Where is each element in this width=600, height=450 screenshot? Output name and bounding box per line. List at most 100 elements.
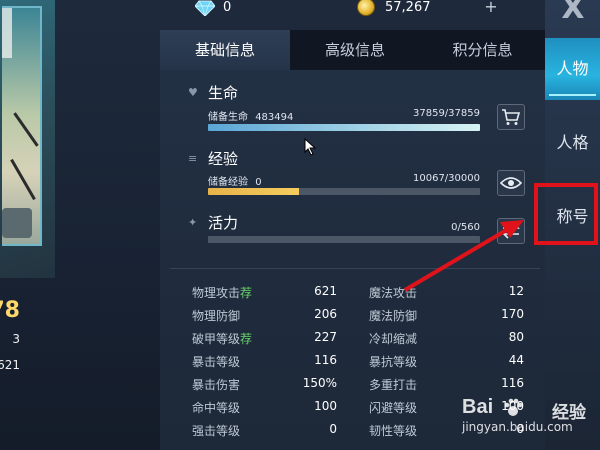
stat-value: 80 xyxy=(508,330,524,344)
stat-value: 621 xyxy=(314,284,337,298)
portrait-detail xyxy=(2,208,32,238)
tab-basic-info[interactable]: 基础信息 xyxy=(160,30,290,70)
currency-bar: 0 57,267 + xyxy=(160,0,540,24)
exp-reserve: 储备经验 0 xyxy=(208,173,262,188)
stat-row: 魔法攻击 12 xyxy=(369,284,524,304)
stat-value: 100 xyxy=(314,399,337,413)
stat-row: 冷却缩减 80 xyxy=(369,330,524,350)
close-icon[interactable]: X xyxy=(555,0,591,24)
life-reserve-value: 483494 xyxy=(255,112,294,123)
heart-icon: ♥ xyxy=(188,86,198,99)
exp-icon: ≡ xyxy=(188,152,198,165)
stat-label-text: 冷却缩减 xyxy=(369,332,418,346)
stat-label-text: 物理攻击 xyxy=(192,286,241,300)
stat-row: 多重打击 116 xyxy=(369,376,524,396)
stat-row: 暴击伤害 150% xyxy=(192,376,342,396)
shop-button[interactable] xyxy=(497,104,525,130)
stat-label-text: 物理防御 xyxy=(192,309,241,323)
stat-value: 0 xyxy=(329,422,337,436)
stat-row: 魔法防御 170 xyxy=(369,307,524,327)
tab-advanced-info[interactable]: 高级信息 xyxy=(290,30,420,70)
stat-label: 物理攻击荐 xyxy=(192,284,252,301)
portrait-frame xyxy=(2,6,42,246)
divider xyxy=(170,268,540,269)
stat-label-text: 暴击等级 xyxy=(192,355,241,369)
stat-label-text: 强击等级 xyxy=(192,424,241,438)
side-tab-personality[interactable]: 人格 xyxy=(545,112,600,174)
stat-label-text: 魔法攻击 xyxy=(369,286,418,300)
stat-row: 暴抗等级 44 xyxy=(369,353,524,373)
life-reserve: 储备生命 483494 xyxy=(208,108,293,123)
portrait-detail xyxy=(13,112,39,147)
life-bar xyxy=(208,124,480,131)
stat-row: 强击等级 0 xyxy=(192,422,342,442)
swap-button[interactable] xyxy=(497,218,525,244)
side-tab-character[interactable]: 人物 xyxy=(545,38,600,100)
stat-row: 暴击等级 116 xyxy=(192,353,342,373)
cursor-icon xyxy=(304,138,317,156)
view-button[interactable] xyxy=(497,170,525,196)
exp-bar-fill xyxy=(208,188,300,195)
exp-bar xyxy=(208,188,480,195)
portrait-highlight xyxy=(2,8,12,58)
exp-section: ≡ 经验 储备经验 0 10067/30000 xyxy=(180,148,480,204)
life-reserve-label: 储备生命 xyxy=(208,112,248,123)
stat-value: 206 xyxy=(314,307,337,321)
sparkle-icon: ✦ xyxy=(188,216,198,229)
eye-icon xyxy=(500,177,522,189)
life-title: 生命 xyxy=(208,84,239,102)
stat-label-text: 韧性等级 xyxy=(369,424,418,438)
stat-label: 命中等级 xyxy=(192,399,240,416)
energy-section: ✦ 活力 0/560 xyxy=(180,212,480,252)
stat-value: 150% xyxy=(302,376,337,390)
paw-icon xyxy=(504,398,523,416)
stat-row: 命中等级 100 xyxy=(192,399,342,419)
exp-reserve-label: 储备经验 xyxy=(208,177,248,188)
exp-reserve-value: 0 xyxy=(255,177,262,188)
tab-points-info[interactable]: 积分信息 xyxy=(420,30,545,70)
stat-label: 破甲等级荐 xyxy=(192,330,252,347)
stat-label-text: 命中等级 xyxy=(192,401,241,415)
info-panel: 基础信息 高级信息 积分信息 ♥ 生命 储备生命 483494 37859/37… xyxy=(160,30,545,450)
stat-row: 破甲等级荐 227 xyxy=(192,330,342,350)
character-level: 78 xyxy=(0,298,20,323)
stat-label: 暴抗等级 xyxy=(369,353,417,370)
stat-label-text: 魔法防御 xyxy=(369,309,418,323)
watermark-url: jingyan.baidu.com xyxy=(462,420,573,434)
stat-label: 韧性等级 xyxy=(369,422,417,439)
energy-title: 活力 xyxy=(208,214,239,232)
gem-count: 0 xyxy=(223,0,232,15)
life-current: 37859/37859 xyxy=(413,108,480,119)
stat-label-text: 暴击伤害 xyxy=(192,378,241,392)
stat-label: 强击等级 xyxy=(192,422,240,439)
life-section: ♥ 生命 储备生命 483494 37859/37859 xyxy=(180,82,480,138)
coin-count: 57,267 xyxy=(385,0,431,15)
stat-label: 冷却缩减 xyxy=(369,330,417,347)
exp-current: 10067/30000 xyxy=(413,173,480,184)
cart-icon xyxy=(502,109,521,125)
stat-label: 暴击伤害 xyxy=(192,376,240,393)
stat-label-text: 多重打击 xyxy=(369,378,418,392)
stat-label-text: 闪避等级 xyxy=(369,401,418,415)
swap-icon xyxy=(502,223,520,239)
recommended-badge: 荐 xyxy=(240,286,253,300)
stat-label: 魔法防御 xyxy=(369,307,417,324)
diamond-icon xyxy=(195,0,215,16)
exp-title: 经验 xyxy=(208,150,239,168)
stat-row: 物理防御 206 xyxy=(192,307,342,327)
stat-label: 魔法攻击 xyxy=(369,284,417,301)
stat-label: 闪避等级 xyxy=(369,399,417,416)
portrait-detail xyxy=(10,158,36,201)
stat-value: 44 xyxy=(508,353,524,367)
stat-value: 170 xyxy=(501,307,524,321)
stat-label: 暴击等级 xyxy=(192,353,240,370)
add-currency-button[interactable]: + xyxy=(482,0,500,16)
info-tabs: 基础信息 高级信息 积分信息 xyxy=(160,30,545,70)
energy-current: 0/560 xyxy=(451,222,480,233)
stat-value: 116 xyxy=(314,353,337,367)
stat-row: 物理攻击荐 621 xyxy=(192,284,342,304)
energy-bar xyxy=(208,236,480,243)
stat-label-text: 破甲等级 xyxy=(192,332,241,346)
watermark: Bai 经验 jingyan.baidu.com xyxy=(462,396,592,446)
stat-label-text: 暴抗等级 xyxy=(369,355,418,369)
